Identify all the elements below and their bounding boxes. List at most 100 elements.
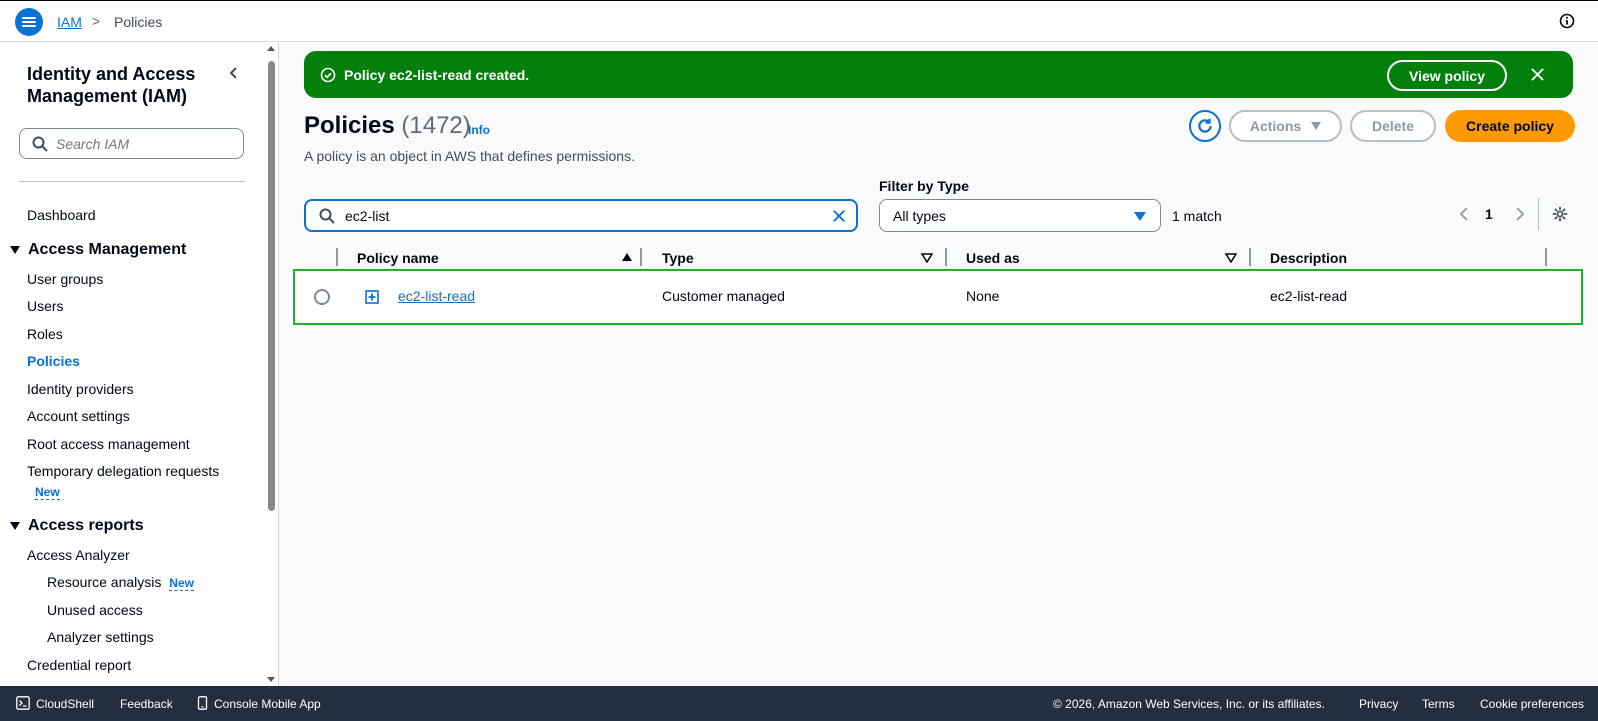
sidebar-item-account-settings[interactable]: Account settings	[27, 408, 130, 424]
caret-down-icon	[10, 522, 20, 530]
privacy-link[interactable]: Privacy	[1359, 697, 1398, 711]
hamburger-icon	[22, 17, 36, 27]
column-divider[interactable]	[640, 248, 642, 266]
sidebar-item-identity-providers[interactable]: Identity providers	[27, 381, 134, 397]
mobile-app-icon[interactable]	[196, 696, 210, 710]
delete-button[interactable]: Delete	[1350, 110, 1436, 142]
sidebar-section-access-management[interactable]: Access Management	[10, 241, 186, 259]
sidebar-divider	[19, 181, 245, 182]
terms-link[interactable]: Terms	[1422, 697, 1455, 711]
sidebar-scrollbar[interactable]	[266, 43, 276, 686]
section-label: Access reports	[28, 517, 144, 534]
success-flashbar: Policy ec2-list-read created. View polic…	[304, 51, 1573, 98]
top-navigation-bar: IAM > Policies	[0, 0, 1598, 42]
column-divider	[336, 248, 338, 266]
view-policy-button[interactable]: View policy	[1387, 60, 1507, 91]
sidebar-item-unused-access[interactable]: Unused access	[47, 602, 143, 618]
search-icon	[32, 136, 48, 152]
sidebar-item-users[interactable]: Users	[27, 298, 64, 314]
sidebar-item-analyzer-settings[interactable]: Analyzer settings	[47, 629, 154, 645]
column-header-policy-name[interactable]: Policy name	[357, 250, 439, 266]
sidebar-title: Identity and Access Management (IAM)	[27, 64, 196, 106]
chevron-left-icon[interactable]	[226, 65, 242, 81]
match-count: 1 match	[1172, 208, 1222, 224]
refresh-button[interactable]	[1189, 110, 1221, 142]
caret-down-icon	[10, 246, 20, 254]
cloudshell-link[interactable]: CloudShell	[36, 697, 94, 711]
sidebar-item-temporary-delegation-requests[interactable]: Temporary delegation requests	[27, 463, 219, 479]
pager-divider	[1538, 198, 1539, 230]
sidebar-item-credential-report[interactable]: Credential report	[27, 657, 131, 673]
policy-description: ec2-list-read	[1270, 288, 1348, 304]
caret-down-icon	[1311, 122, 1322, 130]
column-divider[interactable]	[1545, 248, 1547, 266]
scroll-down-icon[interactable]	[267, 677, 275, 682]
create-policy-button[interactable]: Create policy	[1445, 110, 1575, 142]
chevron-right-icon[interactable]	[1515, 207, 1525, 221]
row-select-radio[interactable]	[314, 289, 330, 305]
sort-ascending-icon[interactable]	[622, 253, 632, 261]
column-divider[interactable]	[1249, 248, 1251, 266]
cloudshell-icon[interactable]	[16, 696, 30, 710]
info-link[interactable]: Info	[468, 123, 490, 137]
console-mobile-app-link[interactable]: Console Mobile App	[214, 697, 321, 711]
sidebar-search-input[interactable]	[56, 135, 226, 152]
check-circle-icon	[320, 67, 336, 83]
actions-label: Actions	[1249, 118, 1302, 134]
sidebar-section-access-reports[interactable]: Access reports	[10, 517, 144, 535]
column-divider[interactable]	[945, 248, 947, 266]
sidebar-item-root-access-management[interactable]: Root access management	[27, 436, 190, 452]
sidebar-item-policies[interactable]: Policies	[27, 353, 80, 369]
actions-button[interactable]: Actions	[1229, 110, 1342, 142]
sort-icon[interactable]	[921, 253, 933, 263]
clear-icon[interactable]	[832, 209, 846, 223]
policy-used-as: None	[966, 288, 1000, 304]
column-header-type[interactable]: Type	[662, 250, 694, 266]
scrollbar-thumb[interactable]	[268, 61, 275, 511]
breadcrumb-iam-link[interactable]: IAM	[57, 14, 82, 30]
policy-type: Customer managed	[662, 288, 785, 304]
new-badge: New	[169, 576, 194, 591]
section-label: Access Management	[28, 241, 187, 258]
current-page-number[interactable]: 1	[1485, 206, 1493, 222]
console-footer: CloudShell Feedback Console Mobile App ©…	[0, 686, 1598, 721]
menu-button[interactable]	[15, 8, 43, 36]
sort-icon[interactable]	[1225, 253, 1237, 263]
sidebar-item-access-analyzer[interactable]: Access Analyzer	[27, 547, 130, 563]
new-badge: New	[35, 485, 60, 500]
sidebar-item-user-groups[interactable]: User groups	[27, 271, 103, 287]
chevron-left-icon[interactable]	[1459, 207, 1469, 221]
policy-count: (1472)	[401, 112, 471, 139]
sidebar-item-roles[interactable]: Roles	[27, 326, 63, 342]
feedback-link[interactable]: Feedback	[120, 697, 173, 711]
sidebar-item-resource-analysis[interactable]: Resource analysis New	[47, 574, 194, 591]
filter-type-select[interactable]: All types	[879, 199, 1161, 232]
policy-search-input[interactable]: ec2-list	[304, 199, 858, 232]
close-icon[interactable]	[1530, 67, 1545, 82]
breadcrumb-current: Policies	[114, 14, 163, 30]
expand-plus-icon[interactable]	[365, 290, 379, 304]
gear-icon[interactable]	[1552, 206, 1568, 222]
flash-message: Policy ec2-list-read created.	[344, 67, 530, 83]
column-header-used-as[interactable]: Used as	[966, 250, 1020, 266]
copyright-text: © 2026, Amazon Web Services, Inc. or its…	[1053, 697, 1325, 711]
filter-type-value: All types	[893, 207, 946, 224]
side-navigation: Identity and Access Management (IAM) Das…	[0, 43, 266, 686]
table-row[interactable]: ec2-list-read Customer managed None ec2-…	[293, 269, 1583, 325]
sidebar-search[interactable]	[19, 128, 244, 159]
cookie-preferences-link[interactable]: Cookie preferences	[1480, 697, 1584, 711]
search-icon	[319, 208, 335, 224]
column-header-description[interactable]: Description	[1270, 250, 1347, 266]
chevron-right-icon: >	[92, 13, 101, 29]
scroll-up-icon[interactable]	[267, 46, 275, 51]
sidebar-item-dashboard[interactable]: Dashboard	[27, 207, 96, 223]
sidebar-item-label: Resource analysis	[47, 574, 162, 590]
page-description: A policy is an object in AWS that define…	[304, 148, 635, 164]
info-icon[interactable]	[1559, 13, 1575, 29]
policy-name-link[interactable]: ec2-list-read	[398, 288, 475, 304]
page-title-text: Policies	[304, 112, 395, 139]
refresh-icon	[1198, 118, 1212, 133]
search-value[interactable]: ec2-list	[345, 208, 389, 224]
page-title: Policies (1472)	[304, 112, 471, 140]
main-content: Policy ec2-list-read created. View polic…	[279, 43, 1598, 686]
